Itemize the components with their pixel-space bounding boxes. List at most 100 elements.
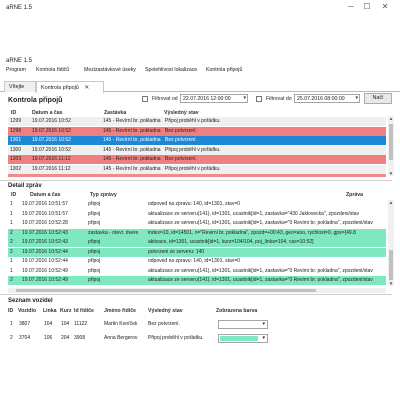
row-status: Bez potvrzení. [165, 137, 197, 143]
row-datetime: 19.07.2016 10:52 [32, 146, 71, 153]
col-header-message[interactable]: Zpráva [346, 192, 363, 198]
row-stop: 145 - Revírní br. pokladna [103, 146, 161, 153]
tab-vitejte[interactable]: Vítejte [4, 81, 36, 92]
table-row[interactable]: 1302 19.07.2016 11:12 145 - Revírní br. po… [8, 164, 386, 174]
menu-program[interactable]: Program [6, 67, 26, 73]
row-course: 104 [61, 321, 70, 327]
close-icon[interactable]: ✕ [84, 85, 89, 91]
color-select[interactable]: ▾ [218, 320, 268, 329]
scrollbar-thumb[interactable] [389, 124, 393, 160]
row-message: odpoved na zpravu: 140, id=1301, stav=0 [148, 258, 241, 264]
table-row[interactable]: 1298 19.07.2016 10:52 145 - Revírní br. po… [8, 126, 386, 136]
row-status: Bez potvrzení. [165, 156, 197, 162]
tab-label: Kontrola připojů [41, 85, 79, 91]
filter-from-value: 22.07.2016 12:00:00 [183, 96, 231, 102]
row-stop: 145 - Revírní br. pokladna [103, 118, 161, 124]
maximize-icon[interactable]: ☐ [360, 0, 374, 14]
row-course: 204 [61, 335, 70, 341]
table-row[interactable]: 1 19.07.2016 10:52:44 připoj odpoved na zpr… [8, 257, 386, 266]
row-id: 1298 [10, 127, 22, 134]
row-type: připoj [88, 239, 101, 245]
row-type: zastavka - otevr. dvere [88, 229, 139, 236]
table-row[interactable]: 2 19.07.2016 10:52:43 zastavka - otevr. dv… [8, 228, 386, 238]
row-datetime: 19.07.2016 10:52:49 [22, 267, 68, 274]
menu-kontrola-pripoju[interactable]: Kontrola připojů [206, 67, 242, 73]
row-type: připoj [88, 220, 101, 226]
filter-to-field[interactable]: 25.07.2016 08:00:00 ▾ [294, 94, 360, 103]
row-type: připoj [88, 267, 101, 274]
filter-to-checkbox[interactable] [256, 96, 262, 102]
table-row[interactable]: 1301 19.07.2016 10:52 145 - Revírní br. po… [8, 136, 386, 145]
load-button[interactable]: Načí [364, 93, 392, 104]
row-id: 1303 [10, 156, 22, 162]
col-header-id[interactable]: ID [8, 308, 13, 314]
row-message: odpoved na zpravu: 140, id=1301, stav=0 [148, 201, 241, 207]
filter-from-checkbox[interactable] [142, 96, 148, 102]
table-row[interactable]: 2 19.07.2016 10:52:43 připoj aktivace, id=1… [8, 238, 386, 247]
chevron-down-icon[interactable]: ▾ [262, 335, 265, 341]
menu-kontrola-ridicu[interactable]: Kontrola řidičů [36, 67, 69, 73]
col-header-driver-name[interactable]: Jméno řidiče [104, 308, 136, 314]
minimize-icon[interactable]: ─ [344, 0, 358, 14]
chevron-down-icon[interactable]: ▾ [243, 95, 246, 101]
row-type: připoj [88, 201, 101, 207]
col-header-status[interactable]: Výsledný stav [164, 110, 199, 116]
table-row[interactable]: 1 19.07.2016 10:51:57 připoj aktualizace ze… [8, 209, 386, 219]
col-header-stop[interactable]: Zastávka [104, 110, 126, 116]
row-message: aktualizace ze serveru(141), id=1301, uc… [148, 220, 373, 226]
color-select[interactable]: ▾ [218, 334, 268, 343]
tab-kontrola-pripoju[interactable]: Kontrola připojů ✕ [36, 81, 104, 93]
table-row[interactable]: 1 19.07.2016 10:52:49 připoj aktualizace ze… [8, 266, 386, 276]
row-datetime: 19.07.2016 10:51:57 [22, 210, 68, 217]
row-stop: 145 - Revírní br. pokladna [103, 156, 161, 162]
scroll-up-icon[interactable]: ▲ [388, 116, 394, 121]
table-row[interactable]: 2 19.07.2016 10:52:44 připoj potvrzeni ze s… [8, 247, 386, 257]
table-row[interactable]: 1 19.07.2016 10:52:28 připoj aktualizace ze… [8, 219, 386, 228]
row-type: připoj [88, 277, 101, 283]
close-icon[interactable]: ✕ [378, 0, 392, 14]
row-datetime: 19.07.2016 11:12 [32, 165, 71, 172]
chevron-down-icon[interactable]: ▾ [355, 95, 358, 101]
col-header-datetime[interactable]: Datum a čas [30, 192, 61, 198]
chevron-down-icon[interactable]: ▾ [262, 321, 265, 327]
menu-spolehlivost-lokalizace[interactable]: Spolehlivost lokalizace [145, 67, 197, 73]
detail-hscrollbar[interactable] [8, 288, 386, 293]
row-status: Bez potvrzení. [165, 127, 197, 134]
row-datetime: 19.07.2016 11:12 [32, 156, 71, 162]
table-row[interactable]: 1299 19.07.2016 10:52 145 - Revírní br. po… [8, 117, 386, 126]
col-header-id[interactable]: ID [11, 192, 16, 198]
col-header-kurz[interactable]: Kurz [60, 308, 72, 314]
col-header-linka[interactable]: Linka [43, 308, 57, 314]
table-row[interactable]: 1 19.07.2016 10:51:57 připoj odpoved na zpr… [8, 200, 386, 209]
col-header-color[interactable]: Zobrazena barva [216, 308, 257, 314]
col-header-type[interactable]: Typ zprávy [90, 192, 117, 198]
table-row[interactable]: 1303 19.07.2016 11:12 145 - Revírní br. po… [8, 155, 386, 164]
kontrola-scrollbar[interactable]: ▲ ▼ [388, 116, 394, 176]
filter-from-field[interactable]: 22.07.2016 12:00:00 ▾ [180, 94, 248, 103]
col-header-driver-id[interactable]: Id řidiče [74, 308, 94, 314]
table-row[interactable]: 1 3807 104 104 11122 Martin Koníček Bez potvrz… [8, 320, 278, 331]
row-message: aktualizace ze serveru(141), id=1301, uc… [148, 210, 360, 217]
scrollbar-thumb[interactable] [16, 289, 316, 292]
table-row[interactable]: 2 3704 106 204 3908 Anna Bergerov Připoj probě… [8, 334, 278, 345]
col-header-status[interactable]: Výsledný stav [148, 308, 183, 314]
row-vehicle: 3807 [19, 321, 31, 327]
detail-scrollbar[interactable]: ▲ ▼ [388, 200, 394, 286]
table-row[interactable]: 2 19.07.2016 10:52:49 připoj aktualizace ze… [8, 276, 386, 285]
window-title: aRNE 1.5 [6, 5, 33, 11]
table-row[interactable]: 1300 19.07.2016 10:52 145 - Revírní br. po… [8, 145, 386, 155]
row-driver-id: 11122 [74, 321, 88, 327]
col-header-id[interactable]: ID [11, 110, 16, 116]
scroll-up-icon[interactable]: ▲ [388, 200, 394, 205]
menu-mezizastavkove-useky[interactable]: Mezizastávkové úseky [84, 67, 136, 73]
row-stop: 145 - Revírní br. pokladna [103, 137, 161, 143]
col-header-datetime[interactable]: Datum a čas [32, 110, 63, 116]
scroll-down-icon[interactable]: ▼ [388, 281, 394, 286]
row-line: 106 [44, 335, 53, 341]
row-datetime: 19.07.2016 10:51:57 [22, 201, 68, 207]
grid-overflow-row [8, 174, 386, 177]
col-header-vozidlo[interactable]: Vozidlo [18, 308, 36, 314]
row-type: připoj [88, 248, 101, 255]
scroll-down-icon[interactable]: ▼ [388, 171, 394, 176]
scrollbar-thumb[interactable] [389, 250, 393, 280]
